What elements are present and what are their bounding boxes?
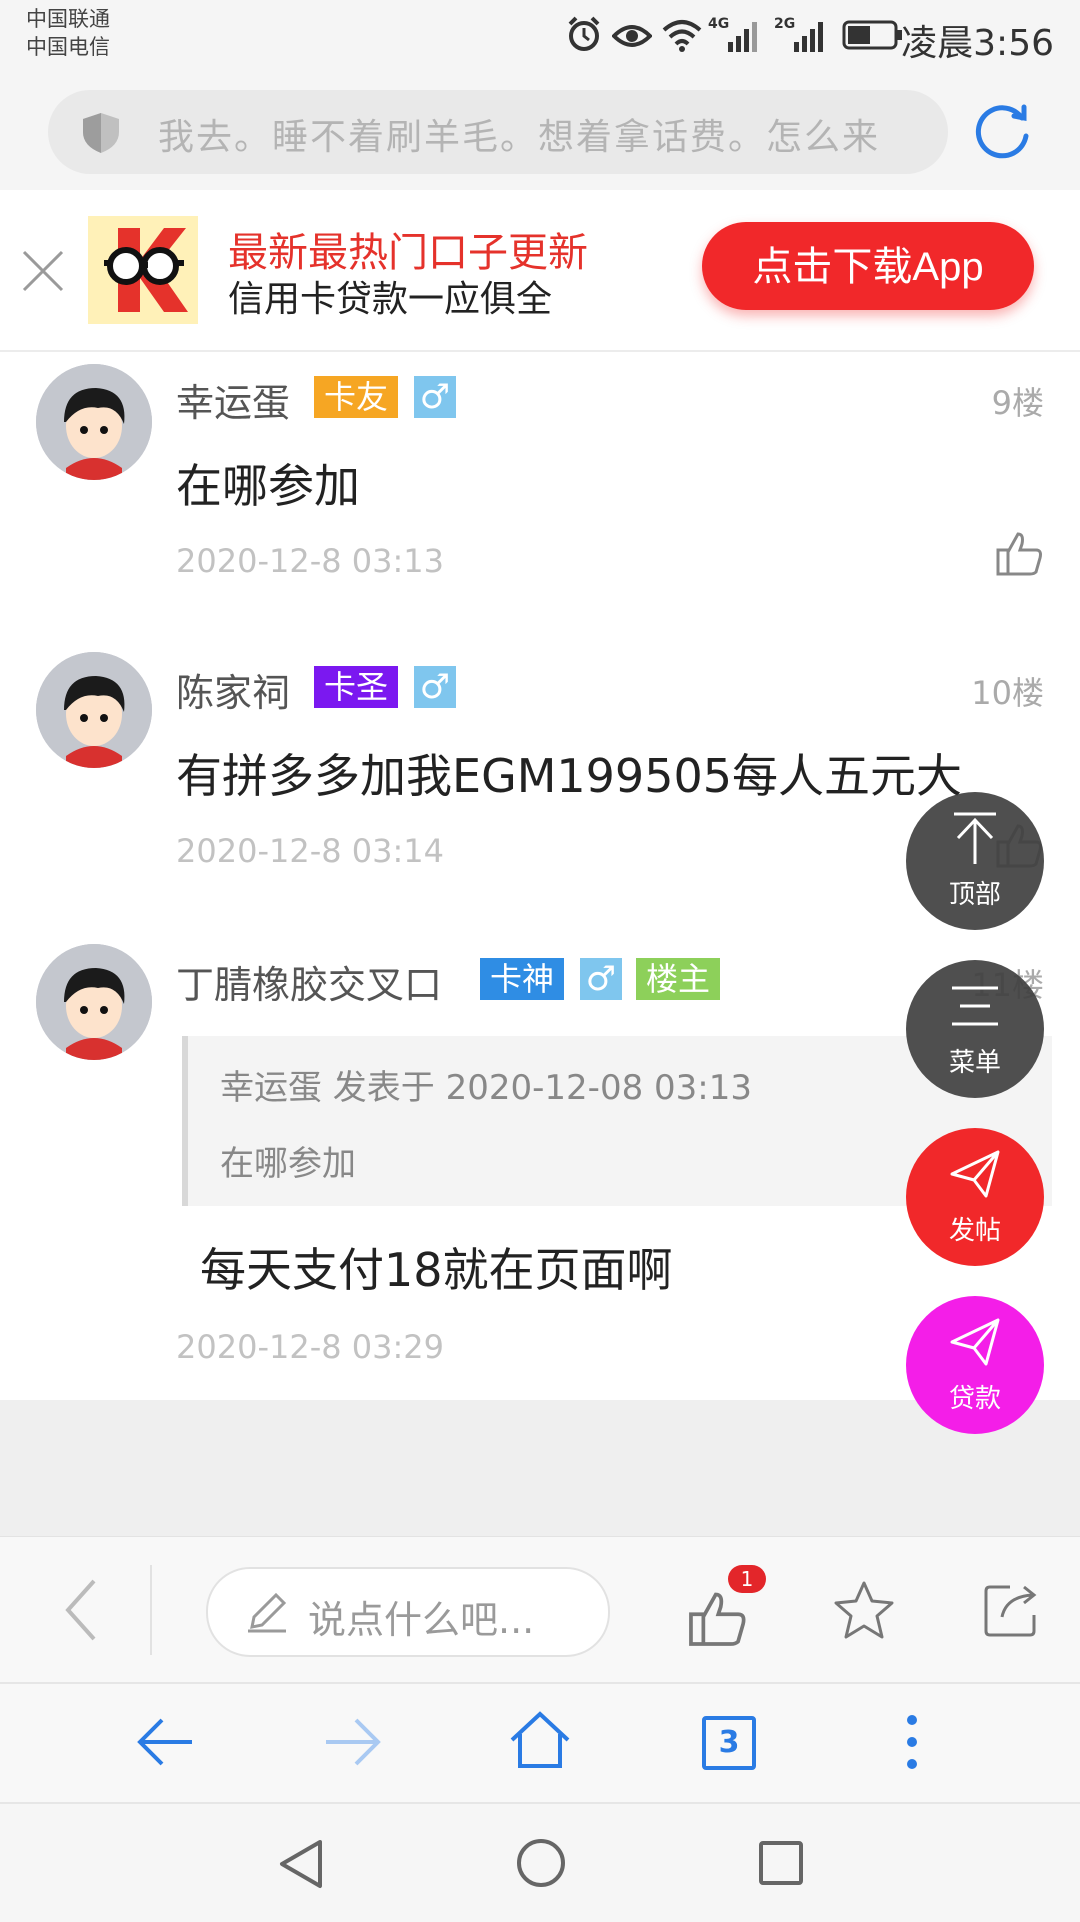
carrier-label-1: 中国联通 bbox=[26, 7, 110, 31]
alarm-icon bbox=[568, 16, 600, 51]
system-home-icon[interactable] bbox=[514, 1836, 568, 1890]
close-icon[interactable] bbox=[20, 248, 66, 294]
post-content: 每天支付18就在页面啊 bbox=[200, 1243, 673, 1297]
carrier-label-2: 中国电信 bbox=[26, 35, 110, 59]
post-time: 2020-12-8 03:13 bbox=[176, 542, 444, 580]
comment-input[interactable]: 说点什么吧... bbox=[206, 1567, 610, 1657]
send-icon bbox=[950, 1150, 1000, 1198]
shield-icon bbox=[83, 113, 119, 153]
forward-arrow-icon[interactable] bbox=[322, 1714, 382, 1770]
back-arrow-icon[interactable] bbox=[136, 1714, 196, 1770]
avatar[interactable] bbox=[36, 364, 152, 480]
eye-icon bbox=[612, 25, 652, 47]
signal-icon-2 bbox=[794, 22, 823, 52]
floor-number: 10楼 bbox=[971, 674, 1044, 712]
male-icon: ♂ bbox=[414, 666, 456, 708]
url-field[interactable]: 我去。睡不着刷羊毛。想着拿话费。怎么来 bbox=[48, 90, 948, 174]
user-level-badge: 卡圣 bbox=[314, 666, 399, 708]
refresh-icon[interactable] bbox=[974, 102, 1032, 160]
system-recents-icon[interactable] bbox=[756, 1838, 806, 1888]
back-to-top-button[interactable]: 顶部 bbox=[906, 792, 1044, 930]
quote-header: 幸运蛋 发表于 2020-12-08 03:13 bbox=[220, 1068, 752, 1108]
loan-button[interactable]: 贷款 bbox=[906, 1296, 1044, 1434]
fab-label: 贷款 bbox=[948, 1384, 1001, 1414]
arrow-up-icon bbox=[954, 812, 996, 864]
user-level-badge: 卡神 bbox=[480, 958, 565, 1000]
send-icon bbox=[950, 1318, 1000, 1366]
fab-label: 菜单 bbox=[948, 1048, 1001, 1078]
menu-icon bbox=[952, 986, 998, 1026]
post-content: 有拼多多加我EGM199505每人五元大 bbox=[176, 749, 962, 803]
new-post-button[interactable]: 发帖 bbox=[906, 1128, 1044, 1266]
divider bbox=[150, 1565, 152, 1655]
banner-subtitle: 信用卡贷款一应俱全 bbox=[228, 279, 553, 320]
male-icon: ♂ bbox=[414, 376, 456, 418]
wifi-icon bbox=[662, 20, 702, 52]
thumbs-up-icon[interactable] bbox=[994, 528, 1044, 578]
quote-text: 在哪参加 bbox=[220, 1144, 356, 1184]
comment-placeholder: 说点什么吧... bbox=[308, 1598, 535, 1642]
app-logo bbox=[88, 216, 198, 324]
username[interactable]: 陈家祠 bbox=[176, 662, 290, 717]
like-count-badge: 1 bbox=[728, 1565, 766, 1593]
floor-number: 9楼 bbox=[991, 384, 1044, 422]
system-back-icon[interactable] bbox=[276, 1838, 326, 1890]
page-bottom-spacer bbox=[0, 1400, 1080, 1536]
avatar[interactable] bbox=[36, 944, 152, 1060]
thumbs-up-icon[interactable] bbox=[686, 1587, 748, 1649]
male-icon: ♂ bbox=[580, 958, 622, 1000]
post-floor-9: 幸运蛋 卡友 ♂ 9楼 在哪参加 2020-12-8 03:13 bbox=[0, 352, 1080, 618]
home-icon[interactable] bbox=[508, 1708, 572, 1772]
back-chevron-icon[interactable] bbox=[60, 1575, 100, 1645]
star-icon[interactable] bbox=[832, 1579, 896, 1641]
fab-label: 顶部 bbox=[948, 880, 1001, 910]
signal-icon-1 bbox=[728, 22, 757, 52]
status-bar: 中国联通 中国电信 4G 2G 凌晨3:56 bbox=[0, 0, 1080, 80]
comment-toolbar: 说点什么吧... 1 bbox=[0, 1536, 1080, 1683]
post-time: 2020-12-8 03:14 bbox=[176, 832, 444, 870]
url-text: 我去。睡不着刷羊毛。想着拿话费。怎么来 bbox=[158, 117, 881, 158]
address-bar: 我去。睡不着刷羊毛。想着拿话费。怎么来 bbox=[0, 80, 1080, 190]
user-level-badge: 卡友 bbox=[314, 376, 399, 418]
thread-owner-badge: 楼主 bbox=[636, 958, 721, 1000]
post-content: 在哪参加 bbox=[176, 459, 360, 513]
username[interactable]: 幸运蛋 bbox=[176, 372, 290, 427]
battery-icon bbox=[842, 20, 902, 50]
menu-button[interactable]: 菜单 bbox=[906, 960, 1044, 1098]
tabs-button[interactable]: 3 bbox=[702, 1716, 756, 1770]
browser-navigation-bar: 3 bbox=[0, 1682, 1080, 1804]
download-app-button[interactable]: 点击下载App bbox=[702, 222, 1034, 310]
post-time: 2020-12-8 03:29 bbox=[176, 1328, 444, 1366]
share-icon[interactable] bbox=[980, 1579, 1042, 1641]
fab-label: 发帖 bbox=[948, 1216, 1001, 1246]
pencil-icon bbox=[248, 1592, 287, 1633]
system-navigation-bar bbox=[0, 1802, 1080, 1922]
clock: 凌晨3:56 bbox=[901, 23, 1054, 64]
username[interactable]: 丁腈橡胶交叉口 bbox=[176, 954, 442, 1009]
avatar[interactable] bbox=[36, 652, 152, 768]
app-download-banner: 最新最热门口子更新 信用卡贷款一应俱全 点击下载App bbox=[0, 190, 1080, 352]
more-icon[interactable] bbox=[900, 1712, 924, 1772]
